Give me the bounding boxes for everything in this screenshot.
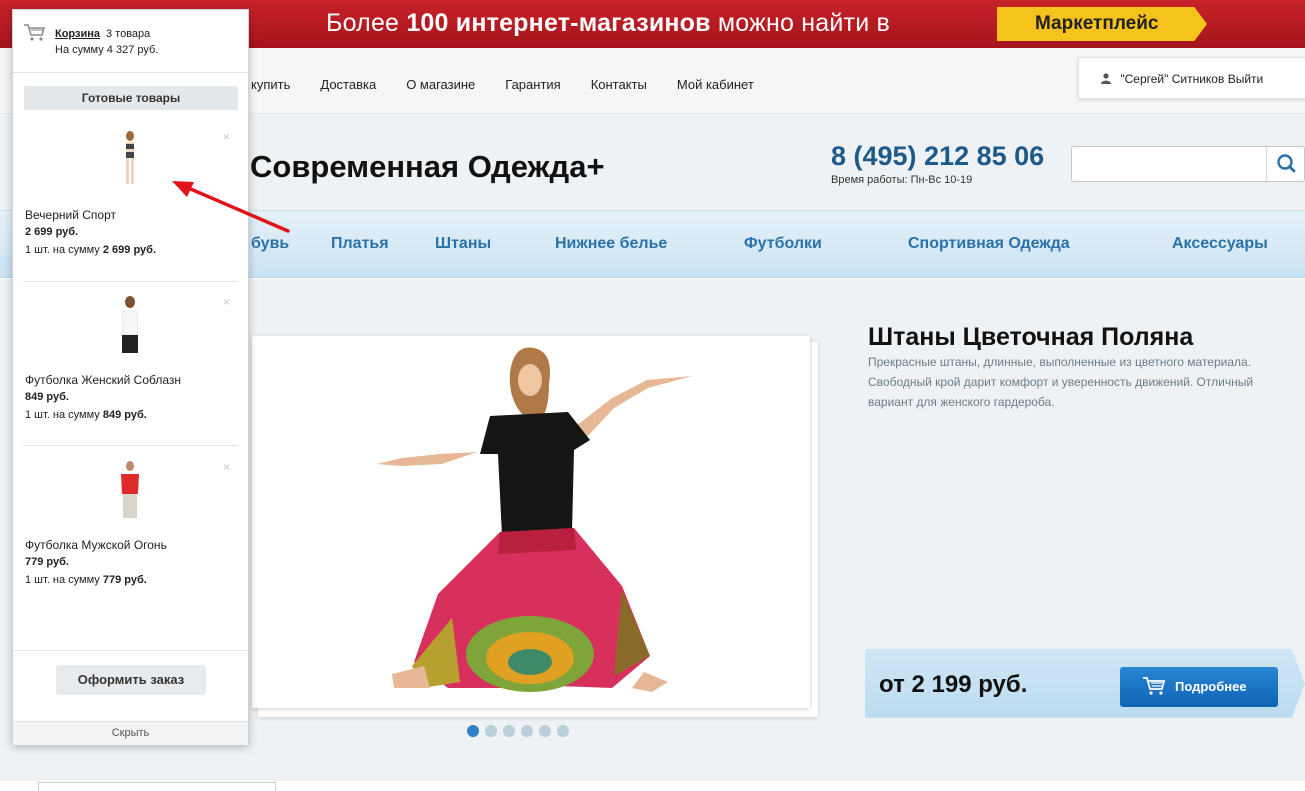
search-input[interactable] — [1071, 146, 1305, 182]
banner-text-prefix: Более — [326, 9, 400, 37]
cart-link[interactable]: Корзина — [55, 28, 100, 40]
slider-dot-1[interactable] — [467, 725, 479, 737]
nav-link-warranty[interactable]: Гарантия — [505, 77, 560, 92]
category-accessories[interactable]: Аксессуары — [1172, 235, 1268, 253]
marketplace-button[interactable]: Маркетплейс — [997, 7, 1207, 41]
item-qty-sum: 849 руб. — [102, 409, 147, 421]
user-box: "Сергей" Ситников Выйти — [1078, 57, 1305, 99]
item-price: 2 699 руб. — [25, 226, 79, 238]
cart-popup: Корзина 3 товара На сумму 4 327 руб. Гот… — [12, 9, 249, 745]
remove-item-1-icon[interactable]: × — [223, 130, 230, 144]
slider-dot-6[interactable] — [557, 725, 569, 737]
slider-dots — [467, 725, 575, 737]
item-name[interactable]: Футболка Мужской Огонь — [25, 538, 167, 552]
cart-divider — [23, 281, 238, 282]
item-qty: 1 шт. на сумму 779 руб. — [25, 574, 147, 586]
cart-item: × Футболка Женский Соблазн 849 руб. 1 шт… — [13, 285, 248, 445]
item-name[interactable]: Вечерний Спорт — [25, 208, 116, 222]
remove-item-2-icon[interactable]: × — [223, 295, 230, 309]
search-button[interactable] — [1266, 147, 1304, 181]
item-name[interactable]: Футболка Женский Соблазн — [25, 373, 181, 387]
category-pants[interactable]: Штаны — [435, 235, 491, 253]
cart-item: × Футболка Мужской Огонь 779 руб. 1 шт. … — [13, 450, 248, 610]
top-nav-links: купить Доставка О магазине Гарантия Конт… — [251, 77, 784, 92]
working-hours: Время работы: Пн-Вс 10-19 — [831, 174, 973, 186]
category-dresses[interactable]: Платья — [331, 235, 389, 253]
cart-count: 3 товара — [106, 28, 151, 40]
hide-cart-button[interactable]: Скрыть — [13, 721, 248, 745]
cart-divider — [13, 650, 248, 651]
remove-item-3-icon[interactable]: × — [223, 460, 230, 474]
slider-dot-2[interactable] — [485, 725, 497, 737]
slider-dot-4[interactable] — [521, 725, 533, 737]
cart-icon — [1143, 677, 1166, 695]
category-underwear[interactable]: Нижнее белье — [555, 235, 667, 253]
item-image-mens-tshirt — [121, 461, 139, 518]
search-icon — [1277, 154, 1296, 173]
nav-link-delivery[interactable]: Доставка — [320, 77, 376, 92]
cart-sum: На сумму 4 327 руб. — [55, 44, 159, 56]
banner-text-bold: 100 интернет-магазинов — [406, 9, 711, 37]
item-qty: 1 шт. на сумму 849 руб. — [25, 409, 147, 421]
woman-in-pants-image — [377, 347, 692, 692]
product-description: Прекрасные штаны, длинные, выполненные и… — [868, 355, 1254, 409]
phone-number: 8 (495) 212 85 06 — [831, 141, 1045, 171]
price-box: от 2 199 руб. Подробнее — [865, 649, 1305, 718]
bottom-field[interactable] — [38, 782, 276, 791]
item-qty-sum: 779 руб. — [102, 574, 147, 586]
item-qty-label: 1 шт. на сумму — [25, 244, 100, 256]
nav-link-contacts[interactable]: Контакты — [591, 77, 647, 92]
product-slide-image[interactable] — [252, 336, 810, 708]
checkout-button[interactable]: Оформить заказ — [56, 665, 206, 695]
item-qty-label: 1 шт. на сумму — [25, 574, 100, 586]
user-icon — [1101, 73, 1111, 84]
item-image-womens-tshirt — [121, 296, 139, 353]
nav-link-about[interactable]: О магазине — [406, 77, 475, 92]
product-title: Штаны Цветочная Поляна — [868, 323, 1194, 351]
item-image-evening-sport — [126, 131, 134, 184]
banner-text: Более 100 интернет-магазинов можно найти… — [326, 9, 890, 38]
category-shoes[interactable]: бувь — [251, 235, 289, 253]
details-button[interactable]: Подробнее — [1120, 667, 1278, 707]
category-sportswear[interactable]: Спортивная Одежда — [908, 235, 1070, 253]
cart-header: Корзина 3 товара На сумму 4 327 руб. — [13, 10, 248, 72]
item-qty-sum: 2 699 руб. — [102, 244, 157, 256]
user-name[interactable]: "Сергей" Ситников — [1120, 72, 1224, 86]
item-qty: 1 шт. на сумму 2 699 руб. — [25, 244, 156, 256]
details-button-label: Подробнее — [1175, 679, 1247, 694]
item-qty-label: 1 шт. на сумму — [25, 409, 100, 421]
site-logo[interactable]: Современная Одежда+ — [250, 149, 605, 185]
category-tshirts[interactable]: Футболки — [744, 235, 822, 253]
logout-link[interactable]: Выйти — [1228, 72, 1264, 86]
cart-divider — [13, 72, 248, 73]
slider-dot-5[interactable] — [539, 725, 551, 737]
ready-products-header[interactable]: Готовые товары — [24, 86, 238, 110]
product-price: от 2 199 руб. — [879, 671, 1028, 698]
nav-link-buy[interactable]: купить — [251, 77, 290, 92]
cart-divider — [23, 445, 238, 446]
slider-dot-3[interactable] — [503, 725, 515, 737]
annotation-arrow-icon — [172, 181, 290, 233]
item-price: 849 руб. — [25, 391, 69, 403]
item-price: 779 руб. — [25, 556, 69, 568]
nav-link-my-account[interactable]: Мой кабинет — [677, 77, 754, 92]
cart-icon — [24, 24, 45, 41]
banner-text-suffix: можно найти в — [717, 9, 890, 37]
